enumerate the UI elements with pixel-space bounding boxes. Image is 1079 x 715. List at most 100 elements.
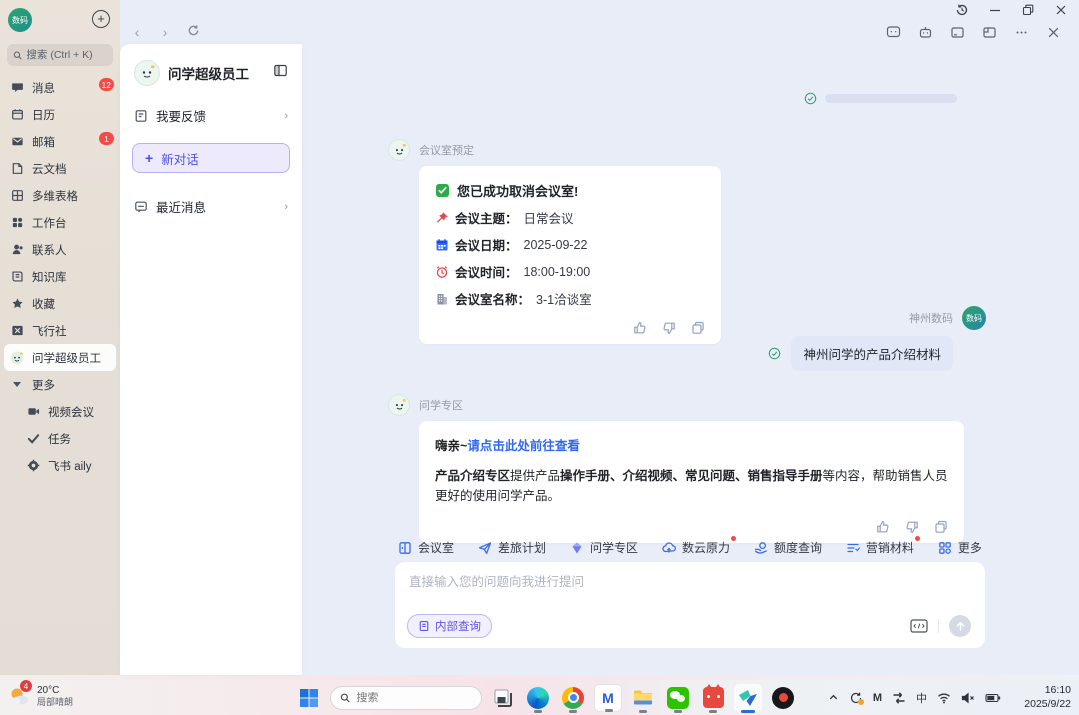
recorder-app[interactable] bbox=[769, 684, 797, 712]
clock-date: 2025/9/22 bbox=[1024, 698, 1071, 712]
edge-app[interactable] bbox=[524, 684, 552, 712]
diamond-icon bbox=[570, 541, 584, 555]
feishu-app[interactable] bbox=[734, 684, 762, 712]
recent-messages-item[interactable]: 最近消息 › bbox=[120, 187, 302, 226]
bot-avatar[interactable] bbox=[388, 139, 410, 161]
chat-input[interactable] bbox=[409, 575, 971, 589]
internal-query-tag[interactable]: 内部查询 bbox=[407, 614, 492, 638]
thumbs-down-icon[interactable] bbox=[662, 321, 676, 335]
quick-action-shuyun[interactable]: 数云原力 bbox=[662, 539, 730, 556]
shortcut-commands-icon[interactable] bbox=[910, 619, 928, 633]
more-icon[interactable] bbox=[1013, 24, 1029, 40]
quick-action-marketing[interactable]: 营销材料 bbox=[846, 539, 914, 556]
assistant-panel-header: 问学超级员工 bbox=[120, 44, 302, 96]
go-view-link[interactable]: 请点击此处前往查看 bbox=[467, 439, 580, 453]
app-sidebar: 数码 + 消息 12 日历 邮箱 1 云文档 bbox=[0, 0, 120, 675]
sidebar-item-docs[interactable]: 云文档 bbox=[0, 155, 120, 182]
sidebar-item-aily[interactable]: 飞书 aily bbox=[0, 452, 120, 479]
task-view-button[interactable] bbox=[489, 684, 517, 712]
sidebar-item-assistant[interactable]: 问学超级员工 bbox=[4, 344, 116, 371]
bot-avatar[interactable] bbox=[388, 394, 410, 416]
system-tray: M 中 bbox=[828, 680, 1001, 715]
unread-badge: 1 bbox=[99, 132, 114, 145]
collapse-panel-icon[interactable] bbox=[273, 63, 288, 83]
quick-action-meeting-room[interactable]: 会议室 bbox=[398, 539, 454, 556]
sidebar-item-label: 收藏 bbox=[32, 296, 55, 312]
quick-action-travel-plan[interactable]: 差旅计划 bbox=[478, 539, 546, 556]
thumbs-down-icon[interactable] bbox=[905, 520, 919, 534]
wifi-icon[interactable] bbox=[937, 692, 951, 704]
volume-muted-icon[interactable] bbox=[961, 692, 975, 704]
sidebar-item-more[interactable]: 更多 bbox=[0, 371, 120, 398]
quick-action-zone[interactable]: 问学专区 bbox=[570, 539, 638, 556]
wechat-icon bbox=[667, 687, 689, 709]
sidebar-item-messages[interactable]: 消息 12 bbox=[0, 74, 120, 101]
battery-icon[interactable] bbox=[985, 693, 1001, 703]
sync-status-icon[interactable] bbox=[849, 691, 863, 705]
sidebar-item-contacts[interactable]: 联系人 bbox=[0, 236, 120, 263]
file-explorer-app[interactable] bbox=[629, 684, 657, 712]
taskbar-search[interactable] bbox=[330, 686, 482, 710]
close-panel-icon[interactable] bbox=[1045, 24, 1061, 40]
sidebar-item-label: 联系人 bbox=[32, 242, 67, 258]
sidebar-item-mail[interactable]: 邮箱 1 bbox=[0, 128, 120, 155]
quick-action-label: 会议室 bbox=[418, 539, 454, 556]
red-cat-app[interactable] bbox=[699, 684, 727, 712]
sidebar-item-video-meeting[interactable]: 视频会议 bbox=[0, 398, 120, 425]
sidebar-item-favorites[interactable]: 收藏 bbox=[0, 290, 120, 317]
thumbs-up-icon[interactable] bbox=[876, 520, 890, 534]
add-icon[interactable]: + bbox=[92, 10, 110, 28]
wechat-app[interactable] bbox=[664, 684, 692, 712]
close-window-icon[interactable] bbox=[1053, 2, 1069, 18]
quick-action-more[interactable]: 更多 bbox=[938, 539, 982, 556]
minimize-icon[interactable] bbox=[987, 2, 1003, 18]
copy-icon[interactable] bbox=[934, 520, 948, 534]
sidebar-item-knowledge[interactable]: 知识库 bbox=[0, 263, 120, 290]
quick-action-quota[interactable]: 额度查询 bbox=[754, 539, 822, 556]
network-activity-icon[interactable] bbox=[892, 692, 906, 704]
m-app[interactable]: M bbox=[594, 684, 622, 712]
chrome-app[interactable] bbox=[559, 684, 587, 712]
feedback-item[interactable]: 我要反馈 › bbox=[120, 96, 302, 135]
sidebar-item-workbench[interactable]: 工作台 bbox=[0, 209, 120, 236]
greeting-text: 嗨亲~ bbox=[435, 439, 467, 453]
mail-icon bbox=[10, 135, 24, 149]
mini-window-icon[interactable] bbox=[949, 24, 965, 40]
new-chat-button[interactable]: + 新对话 bbox=[132, 143, 290, 173]
robot-icon[interactable] bbox=[917, 24, 933, 40]
sidebar-item-calendar[interactable]: 日历 bbox=[0, 101, 120, 128]
refresh-icon[interactable] bbox=[186, 24, 200, 40]
history-nav: ‹ › bbox=[130, 24, 200, 40]
sidebar-item-feixingshe[interactable]: 飞行社 bbox=[0, 317, 120, 344]
taskbar-search-input[interactable] bbox=[357, 692, 473, 704]
m-tray-icon[interactable]: M bbox=[873, 692, 882, 704]
user-avatar[interactable]: 数码 bbox=[962, 306, 986, 330]
send-button[interactable] bbox=[949, 615, 971, 637]
sidebar-item-tasks[interactable]: 任务 bbox=[0, 425, 120, 452]
open-in-tab-icon[interactable] bbox=[981, 24, 997, 40]
meeting-date-row: 会议日期： 2025-09-22 bbox=[435, 235, 705, 254]
user-avatar[interactable]: 数码 bbox=[8, 8, 32, 32]
hidden-icons-chevron[interactable] bbox=[828, 692, 839, 703]
message-icon[interactable] bbox=[885, 24, 901, 40]
global-search[interactable] bbox=[7, 44, 113, 66]
calendar-icon bbox=[435, 238, 449, 252]
taskbar-clock[interactable]: 16:10 2025/9/22 bbox=[1024, 684, 1071, 711]
star-icon bbox=[10, 297, 24, 311]
notification-dot bbox=[915, 536, 920, 541]
thumbs-up-icon[interactable] bbox=[633, 321, 647, 335]
taskbar-weather[interactable]: 4 20°C 局部晴朗 bbox=[6, 683, 73, 709]
windows-logo-icon bbox=[299, 688, 319, 708]
quick-action-label: 更多 bbox=[958, 539, 982, 556]
sidebar-item-base[interactable]: 多维表格 bbox=[0, 182, 120, 209]
history-icon[interactable] bbox=[954, 2, 970, 18]
search-input[interactable] bbox=[26, 49, 107, 61]
back-icon[interactable]: ‹ bbox=[130, 24, 144, 40]
start-button[interactable] bbox=[295, 684, 323, 712]
sidebar-item-label: 邮箱 bbox=[32, 134, 55, 150]
restore-icon[interactable] bbox=[1020, 2, 1036, 18]
ime-indicator[interactable]: 中 bbox=[916, 690, 927, 706]
forward-icon[interactable]: › bbox=[158, 24, 172, 40]
copy-icon[interactable] bbox=[691, 321, 705, 335]
assistant-message-zone: 问学专区 嗨亲~请点击此处前往查看 产品介绍专区提供产品操作手册、介绍视频、常见… bbox=[388, 394, 964, 543]
